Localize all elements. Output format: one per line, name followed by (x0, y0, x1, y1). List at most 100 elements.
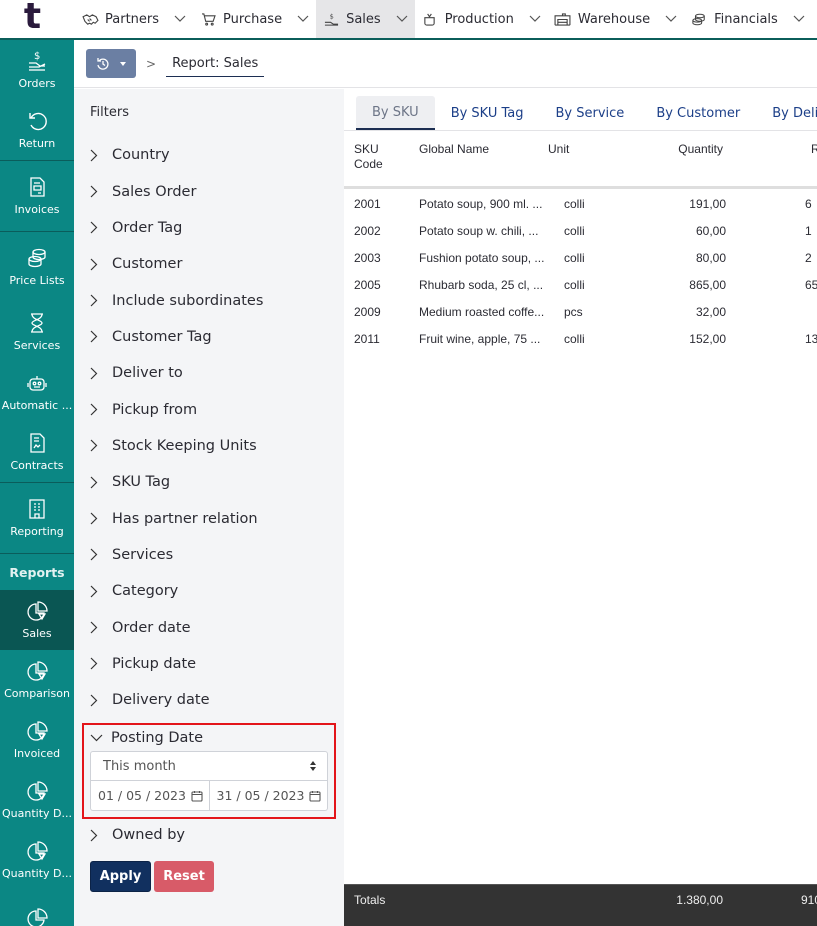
column-global-name[interactable]: Global Name (419, 142, 489, 157)
table-row[interactable]: 2011Fruit wine, apple, 75 ...colli152,00… (344, 325, 817, 352)
chevron-right-icon (90, 829, 112, 842)
sidebar-item-contracts[interactable]: Contracts (0, 422, 74, 482)
sku-code-cell: 2011 (354, 332, 380, 346)
sidebar-item-reporting[interactable]: Reporting (0, 483, 74, 553)
chevron-right-icon (90, 149, 112, 162)
date-to-input[interactable]: 31 / 05 / 2023 (209, 781, 328, 810)
sidebar-item-price-lists[interactable]: Price Lists (0, 232, 74, 302)
breadcrumb-current[interactable]: Report: Sales (166, 50, 264, 77)
sidebar-report-more[interactable] (0, 890, 74, 926)
filter-has-partner-relation[interactable]: Has partner relation (90, 500, 336, 536)
calendar-icon[interactable] (309, 790, 321, 802)
sidebar-report-sales[interactable]: Sales (0, 590, 74, 650)
chevron-down-icon[interactable] (664, 15, 678, 23)
date-range: 01 / 05 / 2023 31 / 05 / 2023 (90, 781, 328, 811)
filter-delivery-date[interactable]: Delivery date (90, 682, 336, 718)
nav-partners[interactable]: Partners (75, 0, 193, 38)
unit-cell: colli (564, 251, 585, 265)
column-unit[interactable]: Unit (548, 142, 569, 157)
top-navigation: t Partners Purchase $ Sales Production W… (0, 0, 817, 40)
tab-by-sku-tag[interactable]: By SKU Tag (435, 96, 540, 130)
unit-cell: colli (564, 197, 585, 211)
chevron-right-icon (90, 694, 112, 707)
totals-label: Totals (354, 893, 385, 907)
filter-sku-tag[interactable]: SKU Tag (90, 464, 336, 500)
filter-owned-by[interactable]: Owned by (90, 817, 336, 853)
chevron-down-icon[interactable] (173, 15, 187, 23)
chevron-down-icon[interactable] (395, 15, 409, 23)
filter-category[interactable]: Category (90, 573, 336, 609)
filter-pickup-from[interactable]: Pickup from (90, 391, 336, 427)
tab-by-service[interactable]: By Service (540, 96, 641, 130)
sidebar-item-invoices[interactable]: Invoices (0, 161, 74, 231)
sidebar-item-automatic[interactable]: Automatic ... (0, 362, 74, 422)
contract-icon (26, 432, 48, 454)
tab-by-sku[interactable]: By SKU (356, 96, 435, 130)
filter-services[interactable]: Services (90, 537, 336, 573)
chevron-down-icon[interactable] (528, 15, 542, 23)
sidebar-item-services[interactable]: Services (0, 302, 74, 362)
column-sku-code[interactable]: SKU Code (354, 142, 383, 172)
nav-sales[interactable]: $ Sales (316, 0, 415, 38)
apply-button[interactable]: Apply (90, 861, 151, 892)
totals-revenue: 910 (801, 893, 817, 907)
tab-by-customer[interactable]: By Customer (640, 96, 756, 130)
chevron-down-icon[interactable] (296, 15, 310, 23)
sidebar-item-return[interactable]: Return (0, 100, 74, 160)
nav-financials[interactable]: Financials (684, 0, 812, 38)
hand-dollar-icon: $ (26, 50, 48, 72)
table-row[interactable]: 2009Medium roasted coffe...pcs32,00 (344, 298, 817, 325)
filter-customer[interactable]: Customer (90, 246, 336, 282)
sku-code-cell: 2002 (354, 224, 381, 238)
date-from-input[interactable]: 01 / 05 / 2023 (91, 781, 209, 810)
report-area: By SKUBy SKU TagBy ServiceBy CustomerBy … (344, 89, 817, 926)
pie-chart-icon (26, 840, 48, 862)
nav-purchase[interactable]: Purchase (193, 0, 316, 38)
filter-order-tag[interactable]: Order Tag (90, 210, 336, 246)
reset-button[interactable]: Reset (154, 861, 214, 892)
caret-down-icon (120, 62, 126, 66)
filter-pickup-date[interactable]: Pickup date (90, 646, 336, 682)
tab-by-deliver-to[interactable]: By Deliver To (756, 96, 817, 130)
chevron-right-icon (90, 621, 112, 634)
filter-include-subordinates[interactable]: Include subordinates (90, 282, 336, 318)
history-button[interactable] (86, 49, 136, 78)
nav-warehouse[interactable]: Warehouse (548, 0, 684, 38)
revenue-cell: 65 (805, 278, 817, 292)
posting-date-filter: Posting Date This month 01 / 05 / 2023 3… (82, 723, 336, 819)
filter-sales-order[interactable]: Sales Order (90, 173, 336, 209)
app-logo[interactable]: t (0, 0, 75, 38)
quantity-cell: 32,00 (696, 305, 726, 319)
filter-stock-keeping-units[interactable]: Stock Keeping Units (90, 428, 336, 464)
posting-date-toggle[interactable]: Posting Date (84, 725, 334, 751)
chevron-right-icon (90, 585, 112, 598)
quantity-cell: 152,00 (689, 332, 726, 346)
history-icon (96, 57, 110, 71)
table-row[interactable]: 2001Potato soup, 900 ml. ...colli191,006 (344, 190, 817, 217)
pie-chart-icon (26, 600, 48, 622)
column-revenue[interactable]: R (811, 142, 817, 157)
column-quantity[interactable]: Quantity (678, 142, 723, 157)
filter-deliver-to[interactable]: Deliver to (90, 355, 336, 391)
filter-customer-tag[interactable]: Customer Tag (90, 319, 336, 355)
sidebar-item-orders[interactable]: $ Orders (0, 40, 74, 100)
table-row[interactable]: 2003Fushion potato soup, ...colli80,002 (344, 244, 817, 271)
chevron-right-icon (90, 221, 112, 234)
chevron-right-icon (90, 476, 112, 489)
filter-country[interactable]: Country (90, 137, 336, 173)
sidebar-report-invoiced[interactable]: Invoiced (0, 710, 74, 770)
sidebar-report-quantity-2[interactable]: Quantity D... (0, 830, 74, 890)
chevron-down-icon[interactable] (792, 15, 806, 23)
period-select[interactable]: This month (90, 751, 328, 781)
table-row[interactable]: 2002Potato soup w. chili, ...colli60,001 (344, 217, 817, 244)
hand-dollar-icon: $ (322, 11, 340, 27)
nav-production[interactable]: Production (415, 0, 548, 38)
sidebar-report-comparison[interactable]: Comparison (0, 650, 74, 710)
sidebar-report-quantity-1[interactable]: Quantity D... (0, 770, 74, 830)
table-row[interactable]: 2005Rhubarb soda, 25 cl, ...colli865,006… (344, 271, 817, 298)
coins-icon (26, 247, 48, 269)
calendar-icon[interactable] (191, 790, 203, 802)
filter-order-date[interactable]: Order date (90, 609, 336, 645)
global-name-cell: Potato soup, 900 ml. ... (419, 197, 542, 211)
global-name-cell: Rhubarb soda, 25 cl, ... (419, 278, 543, 292)
